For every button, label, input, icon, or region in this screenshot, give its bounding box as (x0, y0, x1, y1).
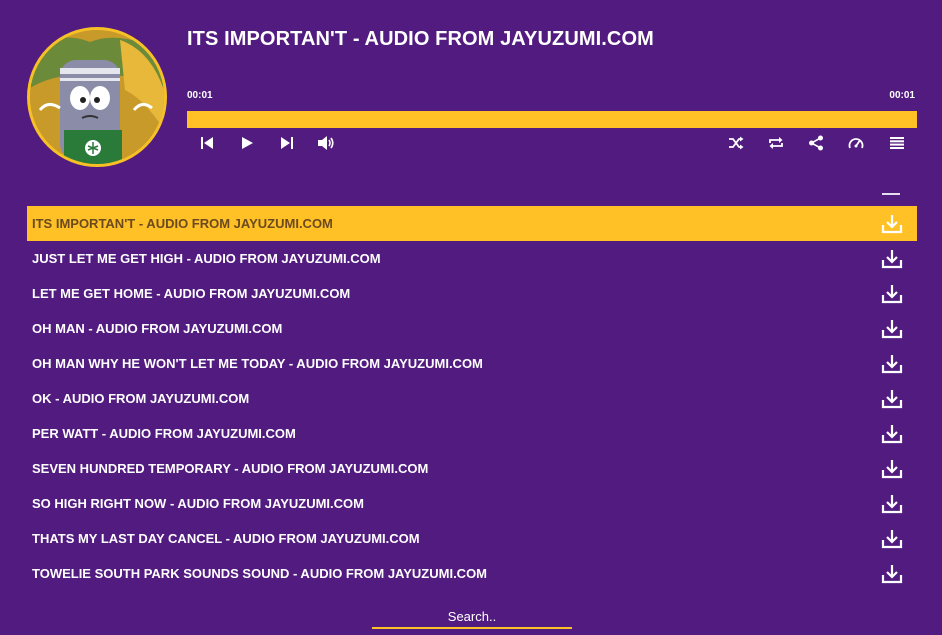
playlist-item-title: JUST LET ME GET HIGH - AUDIO FROM JAYUZU… (32, 251, 381, 266)
download-icon[interactable] (881, 424, 903, 444)
speed-icon (848, 138, 864, 149)
play-icon (242, 137, 253, 149)
download-icon[interactable] (881, 284, 903, 304)
download-icon[interactable] (881, 249, 903, 269)
playlist-item-title: SEVEN HUNDRED TEMPORARY - AUDIO FROM JAY… (32, 461, 429, 476)
track-title: ITS IMPORTAN'T - AUDIO FROM JAYUZUMI.COM (187, 28, 654, 50)
download-icon[interactable] (881, 564, 903, 584)
volume-button[interactable] (314, 133, 338, 153)
playlist-item-title: LET ME GET HOME - AUDIO FROM JAYUZUMI.CO… (32, 286, 351, 301)
download-icon[interactable] (881, 494, 903, 514)
playlist-item-title: OH MAN - AUDIO FROM JAYUZUMI.COM (32, 321, 283, 336)
playlist-icon (890, 137, 904, 149)
playlist-item[interactable]: SO HIGH RIGHT NOW - AUDIO FROM JAYUZUMI.… (27, 486, 917, 521)
playlist-item-title: PER WATT - AUDIO FROM JAYUZUMI.COM (32, 426, 296, 441)
download-icon[interactable] (881, 214, 903, 234)
playlist-item[interactable]: LET ME GET HOME - AUDIO FROM JAYUZUMI.CO… (27, 276, 917, 311)
share-icon (809, 135, 823, 151)
download-icon[interactable] (881, 529, 903, 549)
volume-icon (318, 136, 334, 150)
repeat-icon (769, 137, 783, 149)
speed-button[interactable] (844, 133, 868, 153)
playlist-item[interactable]: OH MAN WHY HE WON'T LET ME TODAY - AUDIO… (27, 346, 917, 381)
download-icon[interactable] (881, 354, 903, 374)
playlist-toggle-button[interactable] (885, 133, 909, 153)
progress-bar[interactable] (187, 111, 917, 128)
playlist-item-title: OK - AUDIO FROM JAYUZUMI.COM (32, 391, 250, 406)
audio-player: ITS IMPORTAN'T - AUDIO FROM JAYUZUMI.COM… (0, 0, 942, 185)
playlist-item[interactable]: ITS IMPORTAN'T - AUDIO FROM JAYUZUMI.COM (27, 206, 917, 241)
playlist-item[interactable]: THATS MY LAST DAY CANCEL - AUDIO FROM JA… (27, 521, 917, 556)
progress-fill (187, 111, 917, 128)
playlist-item[interactable]: PER WATT - AUDIO FROM JAYUZUMI.COM (27, 416, 917, 451)
playlist-item-title: THATS MY LAST DAY CANCEL - AUDIO FROM JA… (32, 531, 420, 546)
playlist-item[interactable]: JUST LET ME GET HIGH - AUDIO FROM JAYUZU… (27, 241, 917, 276)
duration: 00:01 (889, 90, 915, 101)
playlist-item[interactable]: TOWELIE SOUTH PARK SOUNDS SOUND - AUDIO … (27, 556, 917, 591)
scroll-indicator[interactable] (882, 193, 900, 195)
play-button[interactable] (235, 133, 259, 153)
download-icon[interactable] (881, 389, 903, 409)
shuffle-icon (729, 136, 744, 150)
playlist-item[interactable]: SEVEN HUNDRED TEMPORARY - AUDIO FROM JAY… (27, 451, 917, 486)
skip-back-button[interactable] (195, 133, 219, 153)
current-time: 00:01 (187, 90, 213, 101)
album-cover (27, 27, 167, 167)
playlist-item-title: ITS IMPORTAN'T - AUDIO FROM JAYUZUMI.COM (32, 216, 333, 231)
share-button[interactable] (804, 133, 828, 153)
playlist-item-title: TOWELIE SOUTH PARK SOUNDS SOUND - AUDIO … (32, 566, 488, 581)
download-icon[interactable] (881, 459, 903, 479)
playlist: ITS IMPORTAN'T - AUDIO FROM JAYUZUMI.COM… (27, 206, 917, 591)
repeat-button[interactable] (764, 133, 788, 153)
playlist-item-title: SO HIGH RIGHT NOW - AUDIO FROM JAYUZUMI.… (32, 496, 364, 511)
skip-back-icon (201, 137, 213, 149)
skip-forward-icon (281, 137, 293, 149)
towelie-artwork-icon (30, 30, 164, 164)
playlist-item[interactable]: OH MAN - AUDIO FROM JAYUZUMI.COM (27, 311, 917, 346)
playlist-item[interactable]: OK - AUDIO FROM JAYUZUMI.COM (27, 381, 917, 416)
shuffle-button[interactable] (724, 133, 748, 153)
skip-forward-button[interactable] (275, 133, 299, 153)
playlist-item-title: OH MAN WHY HE WON'T LET ME TODAY - AUDIO… (32, 356, 483, 371)
download-icon[interactable] (881, 319, 903, 339)
search-input[interactable] (372, 605, 572, 629)
